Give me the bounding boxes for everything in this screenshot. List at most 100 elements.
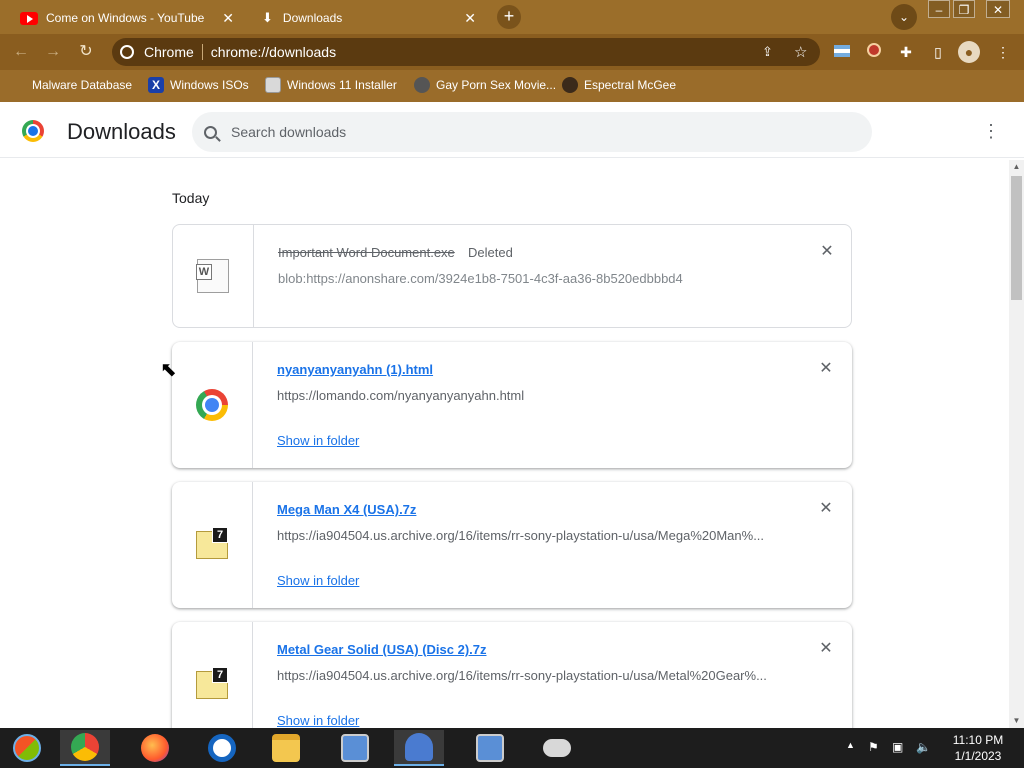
extensions-puzzle-icon[interactable]: ✚: [896, 42, 916, 62]
forward-button[interactable]: →: [42, 41, 64, 63]
tab-title: Downloads: [282, 11, 343, 25]
youtube-icon: [20, 11, 38, 25]
show-in-folder-link[interactable]: Show in folder: [277, 713, 359, 728]
remove-from-list-icon[interactable]: ✕: [817, 360, 835, 378]
new-tab-button[interactable]: +: [497, 5, 521, 29]
back-button[interactable]: ←: [10, 41, 32, 63]
opera-icon: [208, 734, 236, 762]
file-name: Important Word Document.exe: [278, 245, 455, 260]
start-button-icon: [13, 734, 41, 762]
volume-icon[interactable]: 🔈: [916, 740, 931, 754]
date-section-label: Today: [172, 190, 210, 206]
start-button[interactable]: [2, 730, 52, 766]
search-box[interactable]: [192, 112, 872, 152]
bookmark-espectral-mcgee[interactable]: Espectral McGee: [562, 77, 676, 93]
bookmark-windows-isos[interactable]: X Windows ISOs: [148, 77, 249, 93]
bookmark-label: Malware Database: [32, 78, 133, 92]
word-document-icon: W: [196, 259, 229, 293]
share-icon[interactable]: ⇪: [762, 44, 773, 60]
tab-strip: Come on Windows - YouTube ✕ ⬇ Downloads …: [0, 0, 1024, 34]
firefox-icon: [141, 734, 169, 762]
clock-time: 11:10 PM: [952, 733, 1004, 747]
file-name-link[interactable]: Mega Man X4 (USA).7z: [277, 502, 416, 517]
close-tab-icon[interactable]: ✕: [464, 10, 476, 27]
bookmark-movie[interactable]: Gay Porn Sex Movie...: [414, 77, 556, 93]
chrome-file-icon: [196, 389, 228, 421]
bookmark-windows-11-installer[interactable]: Windows 11 Installer: [265, 77, 397, 93]
file-icon-cell: 7: [172, 622, 253, 728]
flag-icon[interactable]: ⚑: [868, 740, 879, 754]
scroll-up-arrow-icon[interactable]: ▲: [1012, 162, 1021, 171]
bookmark-star-icon[interactable]: ☆: [794, 43, 807, 61]
folder-icon: [14, 77, 26, 93]
minimize-button[interactable]: –: [928, 0, 950, 18]
chrome-icon: [71, 733, 99, 761]
profile-icon[interactable]: ●: [958, 41, 980, 63]
show-in-folder-link[interactable]: Show in folder: [277, 433, 359, 448]
taskbar-users[interactable]: [394, 730, 444, 766]
network-computer-icon: [476, 734, 504, 762]
page-scrollbar[interactable]: ▲ ▼: [1009, 160, 1024, 728]
menu-kebab-icon[interactable]: ⋮: [993, 42, 1013, 62]
taskbar-network-2[interactable]: [465, 730, 515, 766]
clock-date: 1/1/2023: [954, 749, 1002, 763]
bookmark-label: Espectral McGee: [584, 78, 677, 92]
extension-flag-icon[interactable]: [832, 42, 852, 62]
scrollbar-thumb[interactable]: [1011, 176, 1022, 300]
file-url: https://lomando.com/nyanyanyanyahn.html: [277, 388, 525, 403]
remove-from-list-icon[interactable]: ✕: [818, 243, 836, 261]
taskbar-network[interactable]: [330, 730, 380, 766]
chrome-logo-icon: [22, 120, 44, 142]
file-name-link[interactable]: nyanyanyanyahn (1).html: [277, 362, 433, 377]
scroll-down-arrow-icon[interactable]: ▼: [1012, 716, 1021, 725]
avatar-icon: [562, 77, 578, 93]
file-name-link[interactable]: Metal Gear Solid (USA) (Disc 2).7z: [277, 642, 487, 657]
restore-button[interactable]: ❐: [953, 0, 975, 18]
download-item: W Important Word Document.exe Deleted bl…: [172, 224, 852, 328]
remove-from-list-icon[interactable]: ✕: [817, 640, 835, 658]
x-logo-icon: X: [148, 77, 164, 93]
download-icon: ⬇: [262, 10, 273, 25]
7z-archive-icon: 7: [196, 527, 228, 559]
system-clock[interactable]: 11:10 PM 1/1/2023: [944, 732, 1012, 764]
remove-from-list-icon[interactable]: ✕: [817, 500, 835, 518]
taskbar: ▲ ⚑ ▣ 🔈 11:10 PM 1/1/2023: [0, 728, 1024, 768]
7z-archive-icon: 7: [196, 667, 228, 699]
tab-search-button[interactable]: ⌄: [891, 4, 917, 30]
taskbar-gamepad[interactable]: [532, 730, 582, 766]
search-input[interactable]: [231, 124, 831, 140]
side-panel-icon[interactable]: ▯: [928, 42, 948, 62]
tab-downloads[interactable]: ⬇ Downloads ✕: [250, 4, 486, 32]
file-explorer-icon: [272, 734, 300, 762]
taskbar-chrome[interactable]: [60, 730, 110, 766]
show-hidden-icons[interactable]: ▲: [846, 740, 855, 750]
close-tab-icon[interactable]: ✕: [222, 10, 234, 27]
bookmark-malware-database[interactable]: Malware Database: [14, 77, 132, 93]
tab-youtube[interactable]: Come on Windows - YouTube ✕: [8, 4, 244, 32]
file-url: https://ia904504.us.archive.org/16/items…: [277, 668, 767, 683]
file-icon-cell: W: [173, 225, 254, 327]
divider: [201, 44, 203, 60]
site-chip: Chrome: [144, 44, 194, 60]
page-header: Downloads ⋮: [0, 102, 1024, 158]
bookmark-label: Windows ISOs: [170, 78, 249, 92]
taskbar-firefox[interactable]: [130, 730, 180, 766]
download-item: 7 Mega Man X4 (USA).7z https://ia904504.…: [172, 482, 852, 608]
gamepad-icon: [543, 739, 571, 757]
bookmark-label: Gay Porn Sex Movie...: [436, 78, 557, 92]
taskbar-opera[interactable]: [197, 730, 247, 766]
downloads-page: Downloads ⋮ Today W Important Word Docum…: [0, 102, 1024, 728]
show-in-folder-link[interactable]: Show in folder: [277, 573, 359, 588]
extension-avatar-icon[interactable]: [864, 42, 884, 62]
download-item: nyanyanyanyahn (1).html https://lomando.…: [172, 342, 852, 468]
image-icon: [265, 77, 281, 93]
more-actions-icon[interactable]: ⋮: [982, 120, 1000, 142]
reload-button[interactable]: ↻: [75, 41, 97, 63]
address-bar[interactable]: Chrome chrome://downloads ⇪ ☆: [112, 38, 820, 66]
toolbar: ← → ↻ Chrome chrome://downloads ⇪ ☆ ✚ ▯ …: [0, 34, 1024, 70]
bookmarks-bar: Malware Database X Windows ISOs Windows …: [0, 70, 1024, 102]
download-status: Deleted: [468, 245, 513, 260]
close-window-button[interactable]: ✕: [986, 0, 1010, 18]
network-tray-icon[interactable]: ▣: [892, 740, 903, 754]
taskbar-file-explorer[interactable]: [261, 730, 311, 766]
